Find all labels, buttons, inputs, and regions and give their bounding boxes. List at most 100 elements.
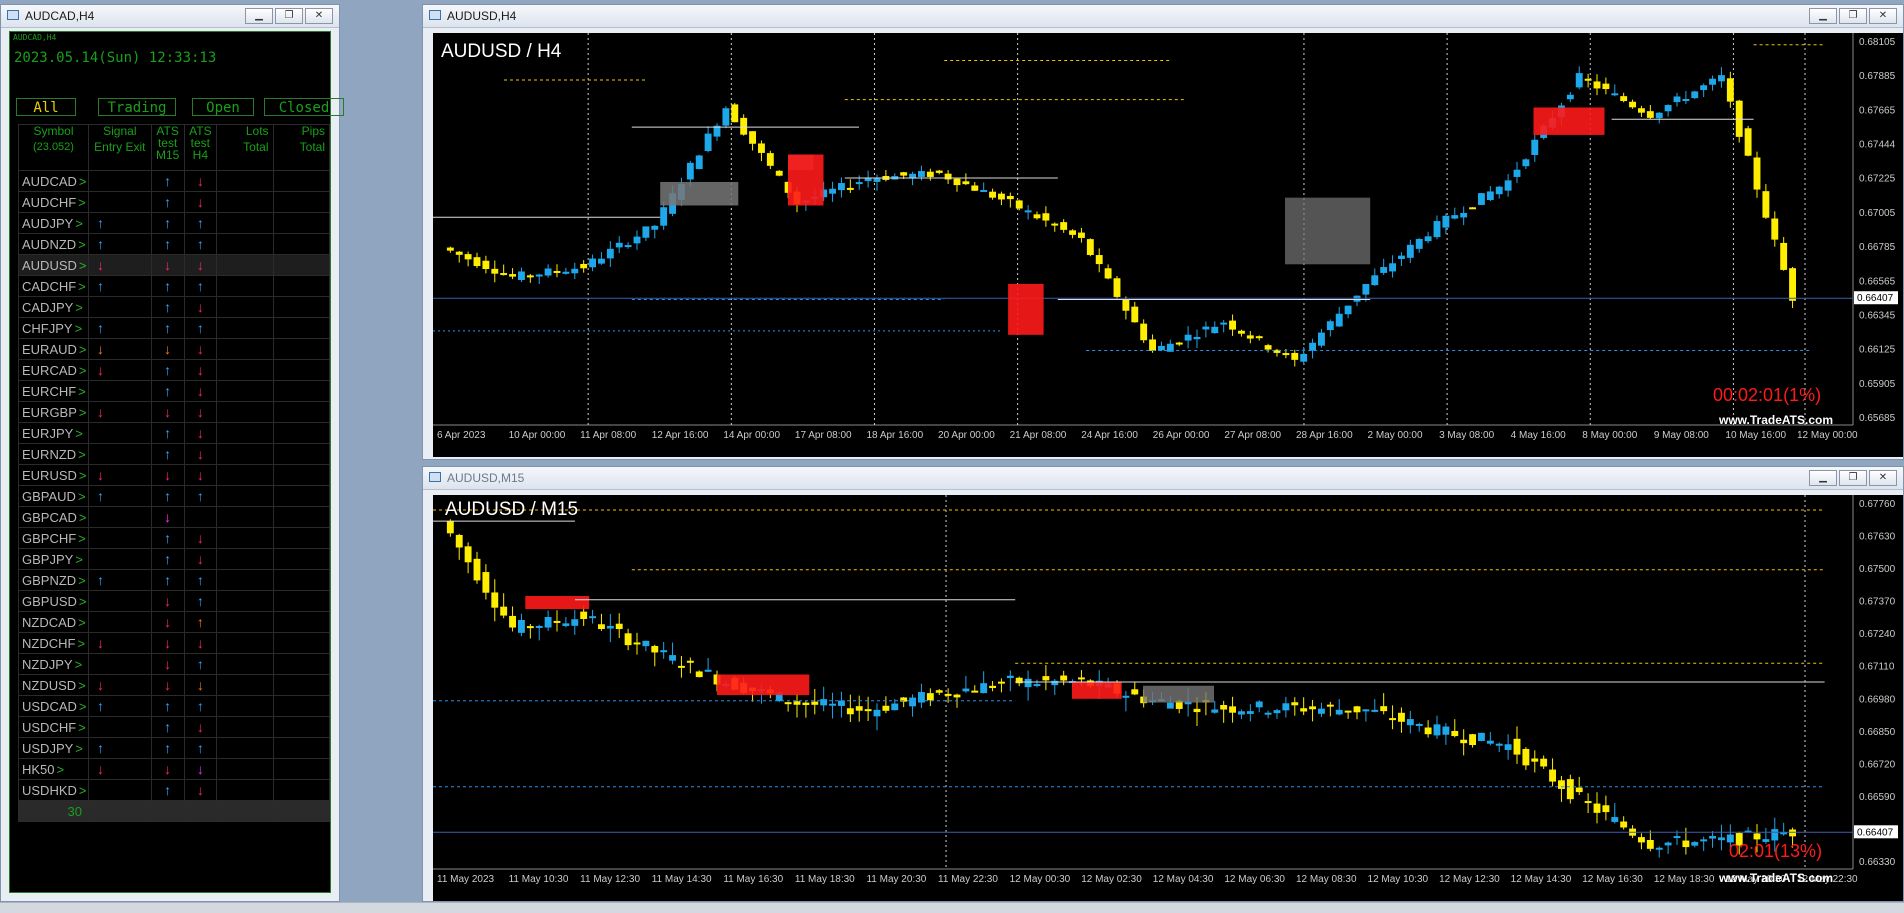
symbol-name[interactable]: AUDJPY > <box>18 212 89 234</box>
table-row[interactable]: USDHKD > ↑ ↓ <box>18 779 331 801</box>
symbol-name[interactable]: HK50 > <box>18 758 89 780</box>
chevron-right-icon[interactable]: > <box>75 216 83 231</box>
symbol-name[interactable]: USDJPY > <box>18 737 89 759</box>
symbol-name[interactable]: CHFJPY > <box>18 317 89 339</box>
chevron-right-icon[interactable]: > <box>75 426 83 441</box>
restore-button[interactable]: ❐ <box>275 8 303 24</box>
chevron-right-icon[interactable]: > <box>79 699 87 714</box>
tab-trading[interactable]: Trading <box>98 98 176 116</box>
minimize-button[interactable]: ▁ <box>1809 470 1837 486</box>
table-row[interactable]: EURUSD > ↓ ↓ ↓ <box>18 464 331 486</box>
chevron-right-icon[interactable]: > <box>78 678 86 693</box>
symbol-name[interactable]: EURGBP > <box>18 401 89 423</box>
chevron-right-icon[interactable]: > <box>78 531 86 546</box>
table-row[interactable]: NZDCHF > ↓ ↓ ↓ <box>18 632 331 654</box>
chevron-right-icon[interactable]: > <box>78 720 86 735</box>
symbol-name[interactable]: GBPAUD > <box>18 485 89 507</box>
chevron-right-icon[interactable]: > <box>78 384 86 399</box>
symbol-name[interactable]: AUDCAD > <box>18 170 89 192</box>
table-row[interactable]: EURJPY > ↑ ↓ <box>18 422 331 444</box>
table-row[interactable]: EURCAD > ↓ ↑ ↓ <box>18 359 331 381</box>
chevron-right-icon[interactable]: > <box>79 174 87 189</box>
symbol-name[interactable]: NZDJPY > <box>18 653 89 675</box>
m15-chart[interactable]: 0.67760 0.67630 0.67500 0.67370 0.67240 0.671… <box>433 495 1903 901</box>
chevron-right-icon[interactable]: > <box>75 552 83 567</box>
chevron-right-icon[interactable]: > <box>57 762 65 777</box>
table-row[interactable]: CADJPY > ↑ ↓ <box>18 296 331 318</box>
symbol-name[interactable]: EURCHF > <box>18 380 89 402</box>
chevron-right-icon[interactable]: > <box>79 510 87 525</box>
symbol-name[interactable]: USDCHF > <box>18 716 89 738</box>
symbol-name[interactable]: GBPCHF > <box>18 527 89 549</box>
symbol-name[interactable]: GBPCAD > <box>18 506 89 528</box>
symbol-name[interactable]: NZDCAD > <box>18 611 89 633</box>
chevron-right-icon[interactable]: > <box>78 489 86 504</box>
table-row[interactable]: GBPNZD > ↑ ↑ ↑ <box>18 569 331 591</box>
table-row[interactable]: USDCHF > ↑ ↓ <box>18 716 331 738</box>
table-row[interactable]: NZDUSD > ↓ ↓ ↓ <box>18 674 331 696</box>
table-row[interactable]: GBPUSD > ↓ ↑ <box>18 590 331 612</box>
chevron-right-icon[interactable]: > <box>78 615 86 630</box>
table-row[interactable]: EURCHF > ↑ ↓ <box>18 380 331 402</box>
symbol-name[interactable]: EURUSD > <box>18 464 89 486</box>
tab-closed[interactable]: Closed <box>264 98 344 116</box>
chevron-right-icon[interactable]: > <box>75 321 83 336</box>
chevron-right-icon[interactable]: > <box>78 573 86 588</box>
symbol-name[interactable]: AUDNZD > <box>18 233 89 255</box>
symbol-name[interactable]: CADCHF > <box>18 275 89 297</box>
chevron-right-icon[interactable]: > <box>79 405 87 420</box>
symbol-name[interactable]: USDCAD > <box>18 695 89 717</box>
restore-button[interactable]: ❐ <box>1839 470 1867 486</box>
chevron-right-icon[interactable]: > <box>77 636 85 651</box>
chevron-right-icon[interactable]: > <box>78 447 86 462</box>
table-row[interactable]: AUDNZD > ↑ ↑ ↑ <box>18 233 331 255</box>
table-row[interactable]: AUDCHF > ↑ ↓ <box>18 191 331 213</box>
symbol-name[interactable]: AUDUSD > <box>18 254 89 276</box>
titlebar[interactable]: AUDUSD,H4 ▁ ❐ ✕ <box>423 5 1903 28</box>
table-row[interactable]: CADCHF > ↑ ↑ ↑ <box>18 275 331 297</box>
symbol-name[interactable]: CADJPY > <box>18 296 89 318</box>
table-row[interactable]: USDJPY > ↑ ↑ ↑ <box>18 737 331 759</box>
table-row[interactable]: EURGBP > ↓ ↓ ↓ <box>18 401 331 423</box>
table-row[interactable]: GBPCHF > ↑ ↓ <box>18 527 331 549</box>
table-row[interactable]: EURAUD > ↓ ↓ ↓ <box>18 338 331 360</box>
table-row[interactable]: GBPJPY > ↑ ↓ <box>18 548 331 570</box>
titlebar[interactable]: AUDUSD,M15 ▁ ❐ ✕ <box>423 467 1903 490</box>
minimize-button[interactable]: ▁ <box>245 8 273 24</box>
chevron-right-icon[interactable]: > <box>78 237 86 252</box>
chevron-right-icon[interactable]: > <box>79 342 87 357</box>
m15-chart-area[interactable]: 0.67760 0.67630 0.67500 0.67370 0.67240 0.671… <box>433 495 1903 901</box>
minimize-button[interactable]: ▁ <box>1809 8 1837 24</box>
chevron-right-icon[interactable]: > <box>79 363 87 378</box>
table-row[interactable]: GBPAUD > ↑ ↑ ↑ <box>18 485 331 507</box>
chevron-right-icon[interactable]: > <box>79 783 87 798</box>
table-row[interactable]: CHFJPY > ↑ ↑ ↑ <box>18 317 331 339</box>
h4-chart-area[interactable]: 0.68105 0.67885 0.67665 0.67444 0.67225 0.670… <box>433 33 1903 457</box>
table-row[interactable]: EURNZD > ↑ ↓ <box>18 443 331 465</box>
symbol-name[interactable]: EURCAD > <box>18 359 89 381</box>
chevron-right-icon[interactable]: > <box>78 195 86 210</box>
symbol-name[interactable]: USDHKD > <box>18 779 89 801</box>
symbol-name[interactable]: GBPNZD > <box>18 569 89 591</box>
table-row[interactable]: NZDCAD > ↓ ↑ <box>18 611 331 633</box>
close-button[interactable]: ✕ <box>305 8 333 24</box>
chevron-right-icon[interactable]: > <box>79 594 87 609</box>
table-row[interactable]: USDCAD > ↑ ↑ ↑ <box>18 695 331 717</box>
table-row[interactable]: GBPCAD > ↓ <box>18 506 331 528</box>
symbol-name[interactable]: EURAUD > <box>18 338 89 360</box>
symbol-name[interactable]: NZDUSD > <box>18 674 89 696</box>
table-row[interactable]: AUDJPY > ↑ ↑ ↑ <box>18 212 331 234</box>
symbol-name[interactable]: EURJPY > <box>18 422 89 444</box>
symbol-name[interactable]: GBPUSD > <box>18 590 89 612</box>
close-button[interactable]: ✕ <box>1869 8 1897 24</box>
chevron-right-icon[interactable]: > <box>79 258 87 273</box>
symbol-name[interactable]: GBPJPY > <box>18 548 89 570</box>
table-row[interactable]: HK50 > ↓ ↓ ↓ <box>18 758 331 780</box>
tab-open[interactable]: Open <box>192 98 254 116</box>
chevron-right-icon[interactable]: > <box>79 468 87 483</box>
symbol-name[interactable]: EURNZD > <box>18 443 89 465</box>
table-row[interactable]: AUDUSD > ↓ ↓ ↓ <box>18 254 331 276</box>
chevron-right-icon[interactable]: > <box>78 279 86 294</box>
h4-chart[interactable]: 0.68105 0.67885 0.67665 0.67444 0.67225 0.670… <box>433 33 1903 457</box>
tab-all[interactable]: All <box>16 98 76 116</box>
